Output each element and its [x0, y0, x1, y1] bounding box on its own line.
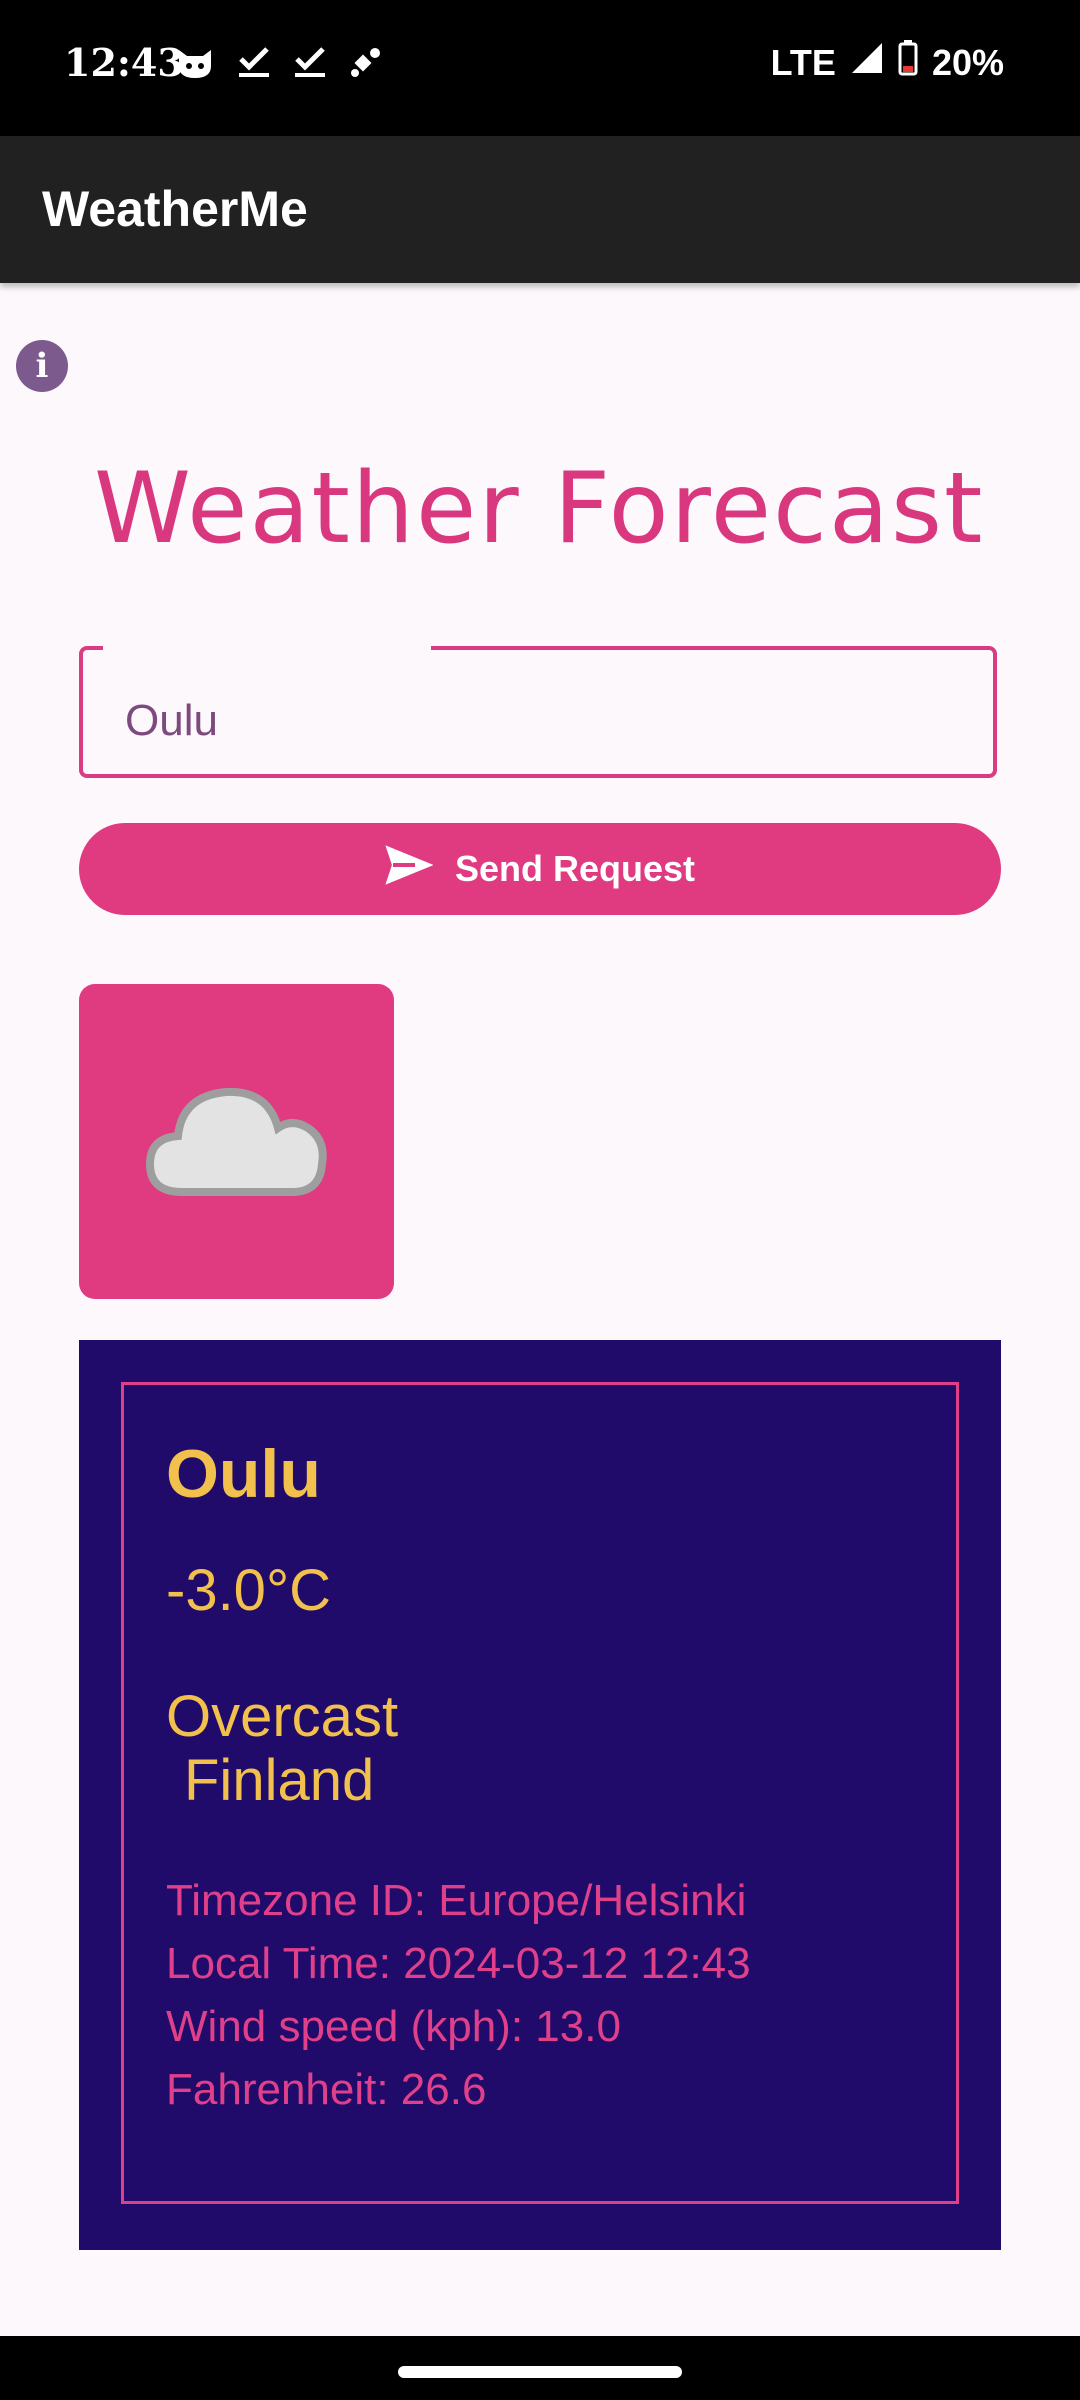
result-card-inner: Oulu -3.0°C Overcast Finland Timezone ID…	[121, 1382, 959, 2204]
check-icon	[293, 45, 327, 84]
weather-icon-tile	[79, 984, 394, 1299]
page-title: Weather Forecast	[94, 452, 985, 566]
cloud-icon	[142, 1074, 332, 1209]
status-bar: 12:43 LTE 20%	[0, 0, 1080, 136]
check-icon	[237, 45, 271, 84]
city-field-label: Enter your city	[103, 620, 432, 670]
signal-icon	[850, 41, 884, 84]
send-icon	[385, 844, 434, 894]
info-icon: i	[35, 346, 49, 386]
status-right: LTE 20%	[771, 40, 1004, 85]
navigation-bar	[0, 2336, 1080, 2400]
local-time-text: Local Time: 2024-03-12 12:43	[166, 1939, 751, 1988]
status-time: 12:43	[64, 40, 184, 85]
info-button[interactable]: i	[16, 340, 68, 392]
city-field[interactable]: Enter your city	[79, 620, 997, 778]
result-condition: Overcast	[166, 1684, 399, 1749]
battery-percent: 20%	[931, 41, 1004, 83]
wind-speed-text: Wind speed (kph): 13.0	[166, 2002, 621, 2051]
app-bar: WeatherMe	[0, 136, 1080, 283]
network-label: LTE	[770, 41, 836, 83]
home-handle[interactable]	[398, 2366, 682, 2378]
fahrenheit-text: Fahrenheit: 26.6	[166, 2065, 487, 2114]
battery-icon	[898, 40, 918, 85]
app-title: WeatherMe	[42, 181, 308, 237]
cat-icon	[175, 44, 215, 85]
result-country: Finland	[184, 1748, 375, 1813]
result-city: Oulu	[166, 1436, 321, 1512]
notification-icons	[175, 44, 383, 85]
send-request-label: Send Request	[454, 848, 696, 889]
timezone-text: Timezone ID: Europe/Helsinki	[166, 1876, 747, 1925]
result-card: Oulu -3.0°C Overcast Finland Timezone ID…	[79, 1340, 1001, 2250]
city-input[interactable]	[123, 690, 927, 752]
result-temperature: -3.0°C	[166, 1558, 332, 1623]
send-request-button[interactable]: Send Request	[79, 823, 1001, 915]
satellite-icon	[349, 45, 383, 84]
result-details: Timezone ID: Europe/Helsinki Local Time:…	[166, 1869, 751, 2121]
